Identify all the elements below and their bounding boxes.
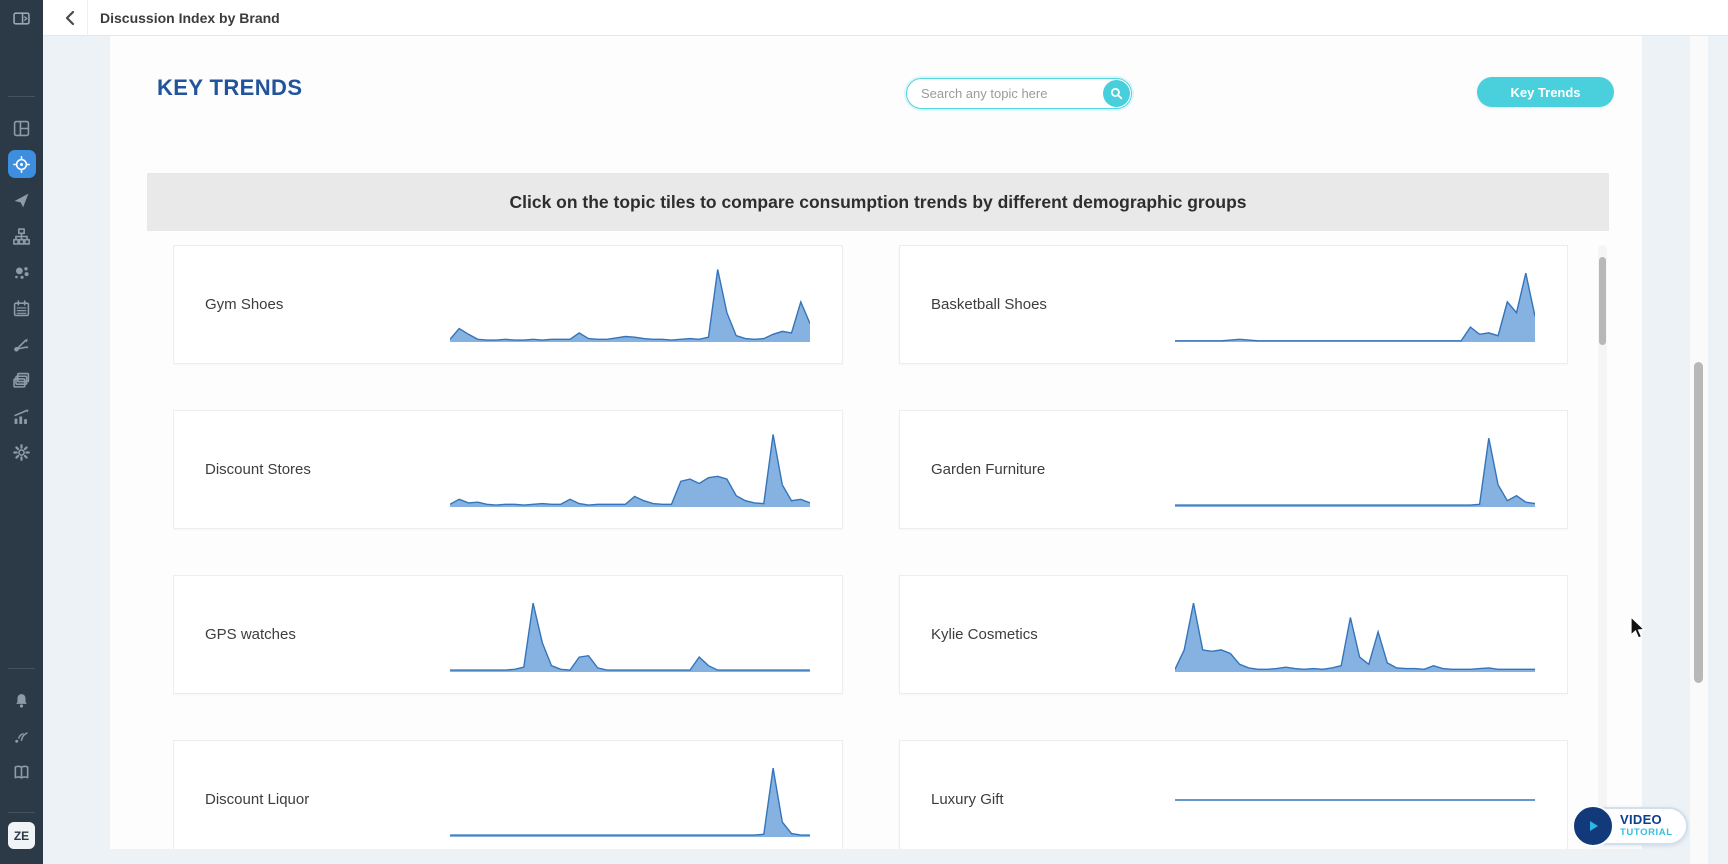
topic-label: Luxury Gift — [931, 791, 1004, 808]
sidebar-item-send[interactable] — [0, 182, 43, 218]
sidebar: ZE — [0, 0, 43, 864]
sidebar-item-layers[interactable] — [0, 362, 43, 398]
video-tutorial-label: VIDEO TUTORIAL — [1620, 813, 1673, 838]
video-tutorial-button[interactable]: VIDEO TUTORIAL — [1574, 807, 1688, 845]
sidebar-item-dashboard[interactable] — [0, 110, 43, 146]
page-scrollbar-thumb[interactable] — [1694, 362, 1703, 683]
back-button[interactable] — [53, 0, 87, 36]
sidebar-item-flow[interactable] — [0, 326, 43, 362]
topic-sparkline — [1175, 597, 1535, 673]
topic-sparkline — [450, 267, 810, 343]
instruction-banner: Click on the topic tiles to compare cons… — [147, 173, 1609, 231]
panel-toggle-icon[interactable] — [0, 0, 43, 36]
page-scrollbar[interactable] — [1690, 36, 1708, 864]
topic-label: Gym Shoes — [205, 296, 283, 313]
topic-sparkline — [1175, 432, 1535, 508]
topic-tile[interactable]: Basketball Shoes — [899, 245, 1568, 364]
topic-label: Discount Stores — [205, 461, 311, 478]
sidebar-item-focus-target[interactable] — [0, 146, 43, 182]
topic-tile[interactable]: Discount Stores — [173, 410, 843, 529]
search-input[interactable] — [921, 86, 1103, 101]
topic-tile[interactable]: Gym Shoes — [173, 245, 843, 364]
topic-label: Kylie Cosmetics — [931, 626, 1038, 643]
topic-search — [906, 78, 1132, 109]
search-button[interactable] — [1103, 80, 1130, 107]
sidebar-item-calendar[interactable] — [0, 290, 43, 326]
topic-label: GPS watches — [205, 626, 296, 643]
sidebar-item-audience[interactable] — [0, 254, 43, 290]
topic-tile[interactable]: Garden Furniture — [899, 410, 1568, 529]
sidebar-divider — [8, 96, 35, 97]
main-panel: KEY TRENDS Key Trends Click on the topic… — [110, 36, 1642, 849]
sidebar-item-bell[interactable] — [0, 682, 43, 718]
grid-scrollbar[interactable] — [1598, 245, 1607, 845]
topic-sparkline — [1175, 267, 1535, 343]
topic-tile[interactable]: Kylie Cosmetics — [899, 575, 1568, 694]
page-title: Discussion Index by Brand — [100, 0, 280, 36]
topic-tiles-grid: Gym Shoes Basketball Shoes Discount Stores… — [173, 245, 1568, 849]
topic-tile[interactable]: Luxury Gift — [899, 740, 1568, 849]
topic-sparkline — [450, 432, 810, 508]
topic-tile[interactable]: GPS watches — [173, 575, 843, 694]
sidebar-divider — [8, 812, 35, 813]
grid-scrollbar-thumb[interactable] — [1599, 257, 1606, 345]
topic-label: Garden Furniture — [931, 461, 1045, 478]
sidebar-divider — [8, 668, 35, 669]
topic-label: Basketball Shoes — [931, 296, 1047, 313]
sidebar-item-trends[interactable] — [0, 398, 43, 434]
topic-sparkline — [1175, 762, 1535, 838]
sidebar-item-sitemap[interactable] — [0, 218, 43, 254]
topic-label: Discount Liquor — [205, 791, 309, 808]
sidebar-item-settings[interactable] — [0, 434, 43, 470]
topic-tile[interactable]: Discount Liquor — [173, 740, 843, 849]
key-trends-button[interactable]: Key Trends — [1477, 77, 1614, 107]
sidebar-item-guide[interactable] — [0, 754, 43, 790]
topic-sparkline — [450, 762, 810, 838]
search-icon — [1110, 87, 1123, 100]
user-initials-badge[interactable]: ZE — [8, 822, 35, 849]
play-icon — [1572, 805, 1614, 847]
section-heading: KEY TRENDS — [157, 75, 302, 101]
topbar: Discussion Index by Brand — [43, 0, 1728, 36]
topbar-separator — [87, 0, 88, 36]
sidebar-item-broadcast[interactable] — [0, 718, 43, 754]
topic-sparkline — [450, 597, 810, 673]
chevron-left-icon — [65, 10, 75, 26]
